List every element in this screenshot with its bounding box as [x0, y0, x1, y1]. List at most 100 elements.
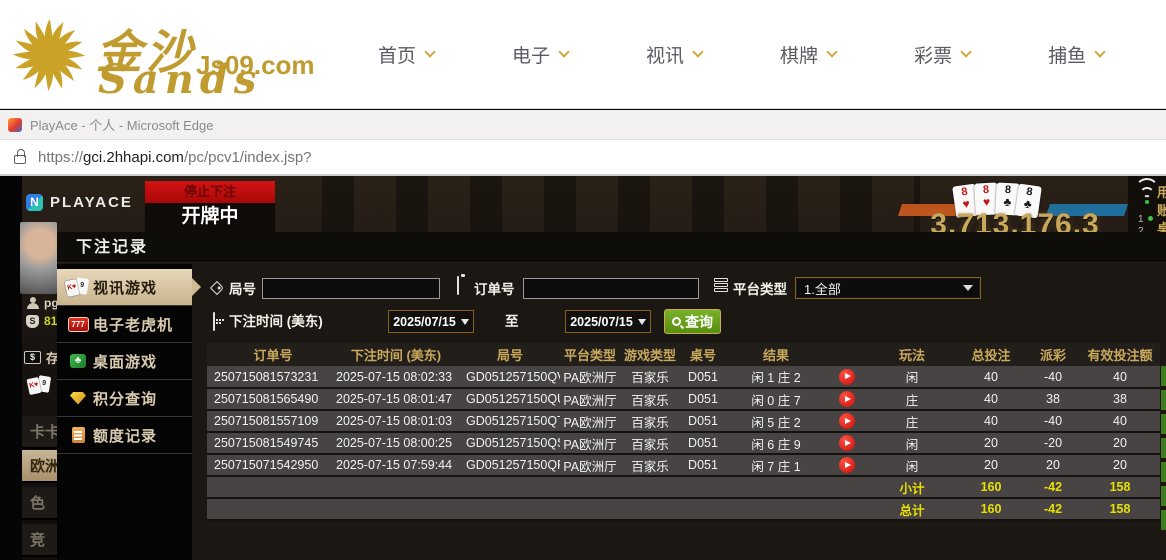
url-text[interactable]: https://gci.2hhapi.com/pc/pcv1/index.jsp…: [38, 149, 312, 166]
cell-table: D051: [680, 410, 726, 432]
url-scheme: https://: [38, 149, 83, 166]
chevron-down-icon: [692, 46, 703, 57]
subtotal-label: 小计: [868, 476, 956, 498]
nav-label: 首页: [378, 41, 416, 68]
chevron-down-icon: [960, 46, 971, 57]
date-from-select[interactable]: 2025/07/15: [388, 310, 474, 333]
nav-label: 捕鱼: [1048, 41, 1086, 68]
cell-time: 2025-07-15 08:01:47: [332, 388, 460, 410]
game-status-box: 停止下注 开牌中: [145, 181, 275, 232]
platform-filter-label: 平台类型: [733, 279, 787, 301]
sidebar-item-label: 视讯游戏: [93, 277, 157, 298]
col-result: 结果: [726, 343, 826, 366]
search-button-label: 查询: [685, 312, 713, 332]
playace-logo-icon: [26, 194, 43, 211]
replay-button[interactable]: [839, 391, 855, 407]
logo-sands-script: Sands: [98, 56, 262, 103]
playace-logo-text: PLAYACE: [50, 194, 133, 211]
url-bar[interactable]: https://gci.2hhapi.com/pc/pcv1/index.jsp…: [0, 140, 1166, 176]
cell-platform: PA欧洲厅: [560, 454, 620, 476]
sidebar-item-points[interactable]: 积分查询: [57, 380, 192, 417]
user-avatar: [20, 222, 57, 294]
cell-table: D051: [680, 388, 726, 410]
gem-icon: [63, 392, 93, 405]
table-games-icon: [63, 354, 93, 368]
round-input[interactable]: [262, 278, 440, 299]
cell-replay: [826, 366, 868, 388]
green-dot: [1148, 216, 1153, 221]
search-button[interactable]: 查询: [664, 309, 721, 334]
calendar-icon: [213, 312, 215, 331]
col-time: 下注时间 (美东): [332, 343, 460, 366]
cell-game: 百家乐: [620, 410, 680, 432]
nav-item-board[interactable]: 棋牌: [780, 41, 836, 68]
table-row: 250715081549745 2025-07-15 08:00:25 GD05…: [207, 432, 1160, 454]
sidebar-item-label: 积分查询: [93, 388, 157, 409]
date-to-select[interactable]: 2025/07/15: [565, 310, 651, 333]
sidebar-item-slots[interactable]: 电子老虎机: [57, 306, 192, 343]
chevron-down-icon: [424, 46, 435, 57]
cell-order: 250715081573231: [207, 366, 332, 388]
status-dealing: 开牌中: [145, 203, 275, 231]
sidebar-item-table-games[interactable]: 桌面游戏: [57, 343, 192, 380]
cell-replay: [826, 454, 868, 476]
table-row: 250715081557109 2025-07-15 08:01:03 GD05…: [207, 410, 1160, 432]
sidebar-item-live-games[interactable]: K♥9 视讯游戏: [57, 269, 192, 306]
cell-order: 250715081557109: [207, 410, 332, 432]
nav-item-home[interactable]: 首页: [378, 41, 434, 68]
order-input[interactable]: [523, 278, 699, 299]
lobby-tab-label: 竞: [30, 529, 45, 550]
cell-payout: -20: [1026, 432, 1080, 454]
cell-round: GD051257150QR: [460, 454, 560, 476]
cell-bet: 20: [956, 454, 1026, 476]
cell-result: 闲 7 庄 1: [726, 454, 826, 476]
nav-label: 棋牌: [780, 41, 818, 68]
cell-payout: -40: [1026, 410, 1080, 432]
person-icon: [26, 297, 39, 310]
deposit-icon: [24, 351, 41, 364]
replay-button[interactable]: [839, 413, 855, 429]
replay-button[interactable]: [839, 457, 855, 473]
cell-platform: PA欧洲厅: [560, 432, 620, 454]
replay-button[interactable]: [839, 435, 855, 451]
cell-round: GD051257150QU: [460, 388, 560, 410]
cell-round: GD051257150QS: [460, 432, 560, 454]
sands-sun-logo-icon: [8, 14, 90, 101]
caret-down-icon: [638, 319, 646, 325]
cell-play: 庄: [868, 410, 956, 432]
total-valid: 158: [1080, 498, 1160, 520]
window-titlebar: PlayAce - 个人 - Microsoft Edge: [0, 110, 1166, 140]
lock-icon[interactable]: [14, 155, 26, 164]
cell-valid: 38: [1080, 388, 1160, 410]
cell-play: 闲: [868, 454, 956, 476]
total-label: 总计: [868, 498, 956, 520]
main-nav: 首页 电子 视讯 棋牌 彩票 捕鱼 优: [378, 0, 1166, 108]
caret-down-icon: [963, 285, 973, 291]
cell-result: 闲 6 庄 9: [726, 432, 826, 454]
cell-bet: 40: [956, 366, 1026, 388]
nav-item-lottery[interactable]: 彩票: [914, 41, 970, 68]
sidebar-item-credit-records[interactable]: 额度记录: [57, 417, 192, 454]
left-black-column: [0, 176, 22, 560]
cell-bet: 40: [956, 388, 1026, 410]
to-label: 至: [505, 311, 519, 333]
nav-item-fishing[interactable]: 捕鱼: [1048, 41, 1104, 68]
order-filter-label: 订单号: [474, 279, 515, 301]
browser-favicon: [8, 118, 22, 132]
cell-order: 250715081565490: [207, 388, 332, 410]
subtotal-bet: 160: [956, 476, 1026, 498]
cell-order: 250715071542950: [207, 454, 332, 476]
nav-item-slots[interactable]: 电子: [512, 41, 568, 68]
screen: 金沙 Js09.com Sands 首页 电子 视讯 棋牌 彩票 捕鱼 优 Pl…: [0, 0, 1166, 560]
platform-select[interactable]: 1.全部: [795, 277, 981, 299]
subtotal-row: 小计 160 -42 158: [207, 476, 1160, 498]
window-title: PlayAce - 个人 - Microsoft Edge: [30, 115, 214, 134]
col-platform: 平台类型: [560, 343, 620, 366]
nav-item-live[interactable]: 视讯: [646, 41, 702, 68]
replay-button[interactable]: [839, 369, 855, 385]
cell-game: 百家乐: [620, 366, 680, 388]
cell-result: 闲 0 庄 7: [726, 388, 826, 410]
cell-round: GD051257150QT: [460, 410, 560, 432]
cell-table: D051: [680, 366, 726, 388]
cell-play: 闲: [868, 366, 956, 388]
